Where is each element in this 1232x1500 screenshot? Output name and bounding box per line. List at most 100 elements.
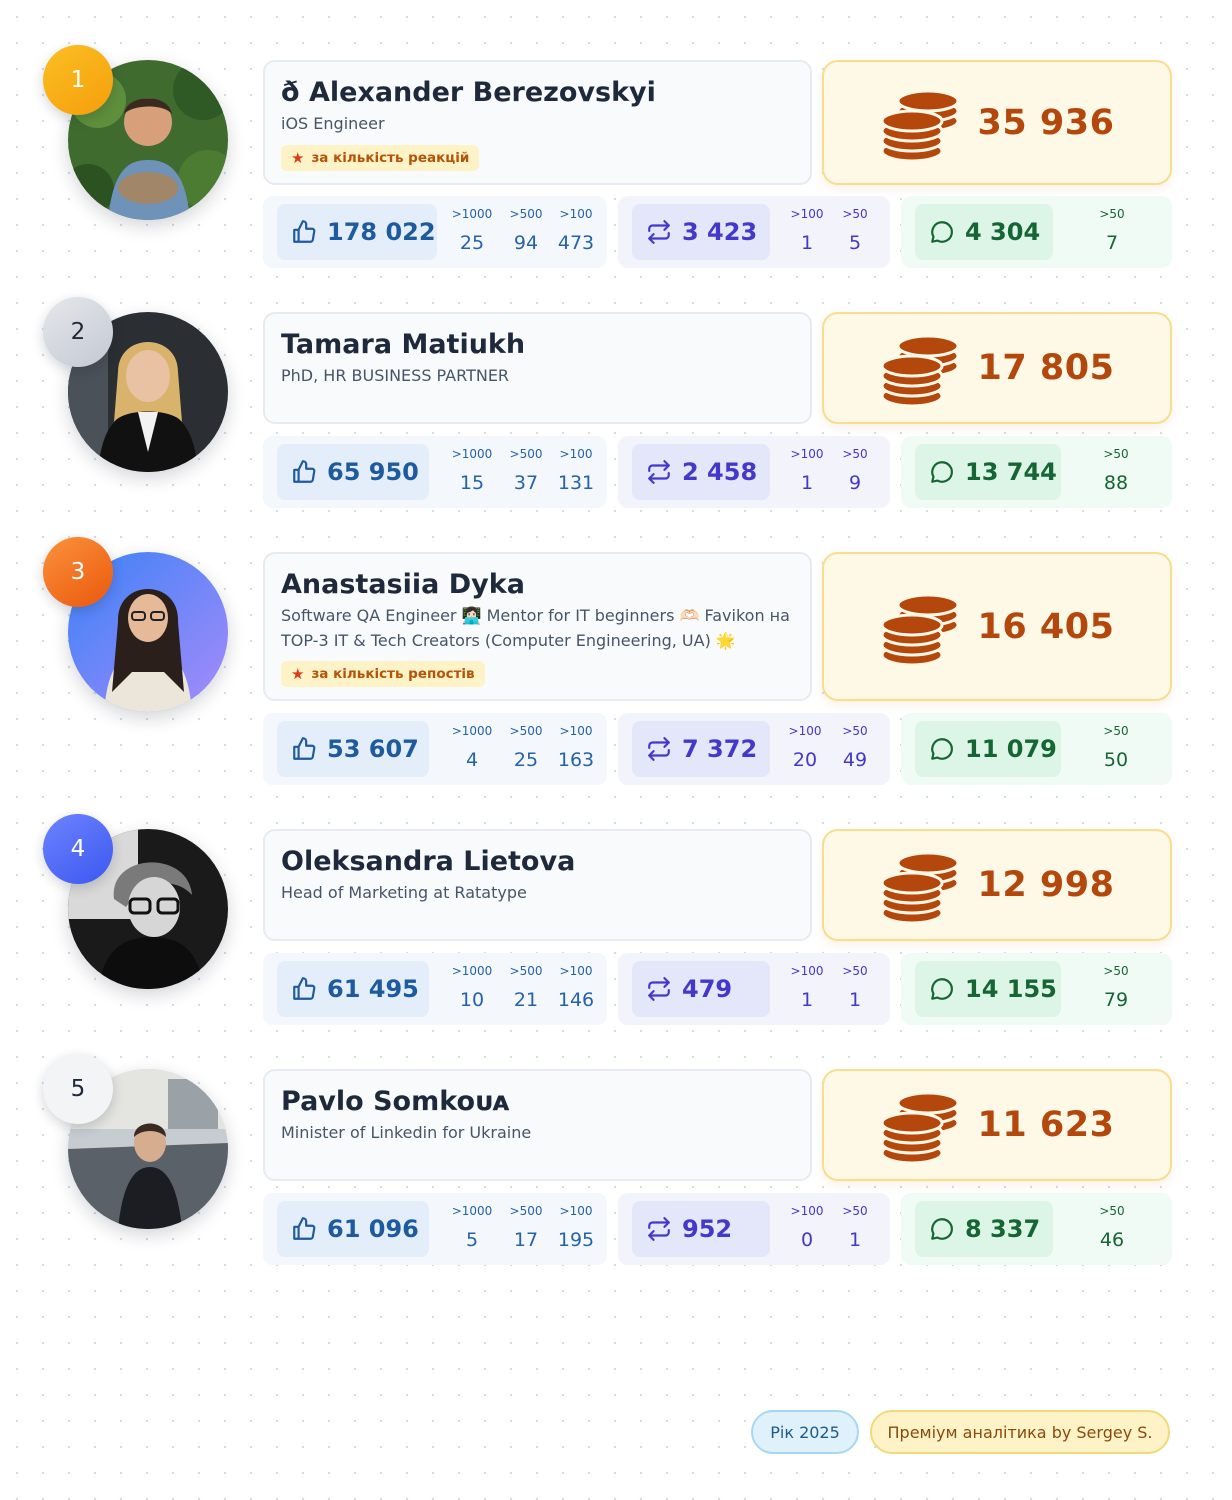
- threshold-value: 10: [459, 989, 485, 1011]
- threshold-label: >50: [842, 207, 868, 221]
- threshold-label: >100: [788, 724, 822, 738]
- threshold-label: >50: [842, 447, 868, 461]
- comments-stats: 11 079 >50 50: [901, 713, 1172, 785]
- likes-stats: 178 022 >1000 25 >500 94 >100 473: [263, 196, 607, 268]
- threshold-value: 79: [1103, 989, 1129, 1011]
- coins-value: 12 998: [977, 865, 1115, 905]
- threshold-value: 1: [800, 989, 814, 1011]
- threshold-label: >100: [559, 207, 593, 221]
- reposts-total-pill[interactable]: 2 458: [632, 444, 770, 500]
- profile-name[interactable]: Oleksandra Lietova: [281, 845, 794, 879]
- reposts-total: 2 458: [682, 458, 758, 486]
- reposts-threshold: >100 1: [782, 206, 832, 254]
- reposts-total: 7 372: [682, 735, 758, 763]
- profile-card[interactable]: Tamara Matiukh PhD, HR BUSINESS PARTNER: [263, 312, 812, 424]
- likes-threshold: >1000 4: [447, 723, 497, 771]
- threshold-label: >50: [842, 1204, 868, 1218]
- likes-threshold: >500 25: [501, 723, 551, 771]
- reposts-total-pill[interactable]: 3 423: [632, 204, 770, 260]
- threshold-value: 473: [557, 232, 595, 254]
- reposts-total: 479: [682, 975, 733, 1003]
- award-badge: ★ за кількість реакцій: [281, 145, 480, 171]
- repost-icon: [648, 737, 670, 761]
- coins-value: 17 805: [977, 348, 1115, 388]
- threshold-label: >50: [842, 724, 868, 738]
- threshold-value: 131: [557, 472, 595, 494]
- threshold-value: 20: [792, 749, 818, 771]
- threshold-label: >1000: [451, 964, 493, 978]
- comments-threshold: >50 7: [1087, 206, 1137, 254]
- profile-card[interactable]: Oleksandra Lietova Head of Marketing at …: [263, 829, 812, 941]
- reposts-threshold: >50 5: [830, 206, 880, 254]
- thumbs-up-icon: [293, 220, 316, 243]
- threshold-label: >50: [1103, 447, 1129, 461]
- award-label: за кількість реакцій: [311, 150, 470, 166]
- comments-total-pill[interactable]: 11 079: [915, 721, 1061, 777]
- threshold-value: 94: [513, 232, 539, 254]
- repost-icon: [648, 1217, 670, 1241]
- profile-card[interactable]: ð Alexander Berezovskyi iOS Engineer ★ з…: [263, 60, 812, 185]
- repost-icon: [648, 977, 670, 1001]
- likes-total: 53 607: [327, 735, 419, 763]
- profile-name[interactable]: Pavlo Somkoᴜᴀ: [281, 1085, 794, 1119]
- threshold-value: 1: [800, 232, 814, 254]
- comments-stats: 4 304 >50 7: [901, 196, 1172, 268]
- comments-stats: 13 744 >50 88: [901, 436, 1172, 508]
- threshold-value: 37: [513, 472, 539, 494]
- threshold-label: >50: [1099, 207, 1125, 221]
- likes-threshold: >100 131: [551, 446, 601, 494]
- reposts-stats: 2 458 >100 1 >50 9: [618, 436, 890, 508]
- likes-total-pill[interactable]: 61 495: [277, 961, 429, 1017]
- rank-badge: 3: [43, 537, 113, 607]
- brand-badge: Преміум аналітика by Sergey S.: [870, 1410, 1170, 1454]
- likes-total-pill[interactable]: 53 607: [277, 721, 429, 777]
- comments-total-pill[interactable]: 8 337: [915, 1201, 1053, 1257]
- likes-total-pill[interactable]: 61 096: [277, 1201, 429, 1257]
- award-badge: ★ за кількість репостів: [281, 661, 485, 687]
- threshold-value: 1: [848, 989, 862, 1011]
- threshold-label: >50: [1103, 724, 1129, 738]
- reposts-stats: 7 372 >100 20 >50 49: [618, 713, 890, 785]
- profile-card[interactable]: Anastasiia Dyka Software QA Engineer 👩🏻‍…: [263, 552, 812, 701]
- year-badge: Рік 2025: [751, 1410, 859, 1454]
- profile-card[interactable]: Pavlo Somkoᴜᴀ Minister of Linkedin for U…: [263, 1069, 812, 1181]
- comments-total: 11 079: [965, 735, 1057, 763]
- comments-total: 4 304: [965, 218, 1041, 246]
- reposts-total: 3 423: [682, 218, 758, 246]
- reposts-total-pill[interactable]: 479: [632, 961, 770, 1017]
- likes-threshold: >1000 10: [447, 963, 497, 1011]
- threshold-value: 50: [1103, 749, 1129, 771]
- profile-name[interactable]: Anastasiia Dyka: [281, 568, 794, 602]
- likes-threshold: >500 37: [501, 446, 551, 494]
- threshold-label: >500: [509, 724, 543, 738]
- profile-headline-line: TOP-3 IT & Tech Creators (Computer Engin…: [281, 631, 736, 650]
- profile-name[interactable]: ð Alexander Berezovskyi: [281, 76, 794, 110]
- profile-name[interactable]: Tamara Matiukh: [281, 328, 794, 362]
- reposts-total-pill[interactable]: 7 372: [632, 721, 770, 777]
- likes-total-pill[interactable]: 65 950: [277, 444, 429, 500]
- reposts-total-pill[interactable]: 952: [632, 1201, 770, 1257]
- threshold-label: >500: [509, 964, 543, 978]
- threshold-label: >100: [790, 964, 824, 978]
- threshold-value: 195: [557, 1229, 595, 1251]
- comments-total-pill[interactable]: 13 744: [915, 444, 1061, 500]
- likes-threshold: >1000 5: [447, 1203, 497, 1251]
- coins-card: 35 936: [822, 60, 1172, 185]
- comments-total: 13 744: [965, 458, 1057, 486]
- star-icon: ★: [291, 665, 305, 683]
- reposts-threshold: >100 1: [782, 446, 832, 494]
- profile-headline-line: Head of Marketing at Ratatype: [281, 883, 527, 902]
- likes-threshold: >100 473: [551, 206, 601, 254]
- reposts-threshold: >50 9: [830, 446, 880, 494]
- thumbs-up-icon: [293, 1217, 316, 1240]
- threshold-label: >1000: [451, 1204, 493, 1218]
- thumbs-up-icon: [293, 460, 316, 483]
- reposts-threshold: >50 1: [830, 963, 880, 1011]
- reposts-stats: 3 423 >100 1 >50 5: [618, 196, 890, 268]
- likes-total: 61 495: [327, 975, 419, 1003]
- threshold-value: 5: [465, 1229, 479, 1251]
- likes-total-pill[interactable]: 178 022: [277, 204, 437, 260]
- comment-icon: [931, 1218, 953, 1240]
- comments-total-pill[interactable]: 4 304: [915, 204, 1053, 260]
- comments-total-pill[interactable]: 14 155: [915, 961, 1061, 1017]
